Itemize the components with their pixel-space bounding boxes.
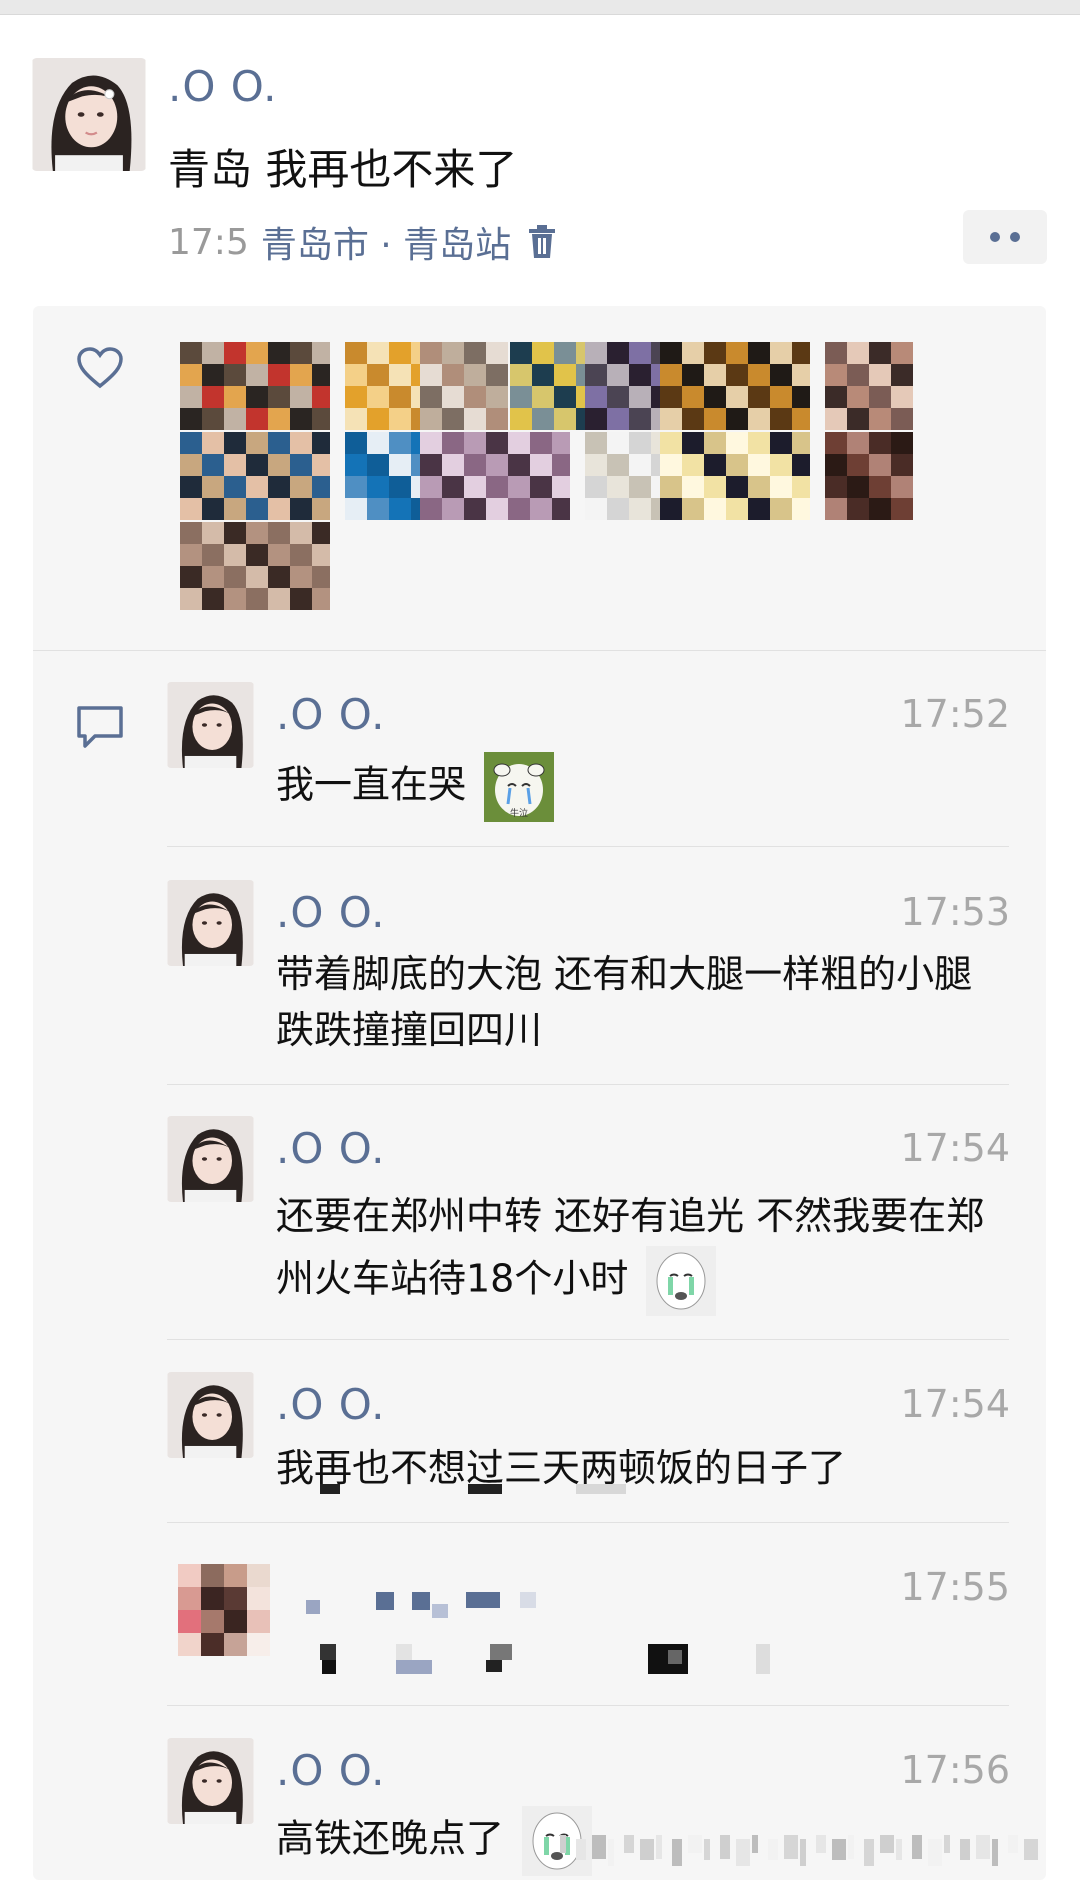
comment-divider xyxy=(167,1339,1009,1340)
redacted-comment xyxy=(276,1578,796,1674)
heart-icon xyxy=(75,346,125,394)
avatar-image xyxy=(32,58,146,171)
comment-divider xyxy=(167,846,1009,847)
like-avatar[interactable] xyxy=(180,342,330,430)
comment-avatar-pixelated[interactable] xyxy=(178,1564,270,1656)
comment-avatar[interactable] xyxy=(167,1116,254,1202)
post-text: 青岛 我再也不来了 xyxy=(168,145,518,194)
comment-text-content: 还要在郑州中转 还好有追光 不然我要在郑州火车站待18个小时 xyxy=(276,1194,985,1301)
comment-author[interactable]: .O O. xyxy=(276,1380,385,1429)
censor-strip xyxy=(320,1484,640,1496)
like-avatar[interactable] xyxy=(180,522,330,610)
comment-text: 还要在郑州中转 还好有追光 不然我要在郑州火车站待18个小时 xyxy=(276,1186,1011,1316)
like-avatar[interactable] xyxy=(660,432,810,520)
comment-divider xyxy=(167,1705,1009,1706)
comment-divider xyxy=(167,1084,1009,1085)
comment-time: 17:53 xyxy=(900,890,1010,934)
like-avatar[interactable] xyxy=(660,342,810,430)
comment-time: 17:56 xyxy=(900,1748,1010,1792)
like-avatar[interactable] xyxy=(420,432,570,520)
comment-time: 17:55 xyxy=(900,1565,1010,1609)
crying-cow-emoji-icon: 牛泣 xyxy=(484,752,555,822)
comment-avatar[interactable] xyxy=(167,1372,254,1458)
more-dots-icon[interactable] xyxy=(963,210,1047,264)
like-avatar[interactable] xyxy=(825,342,913,430)
comment-author[interactable]: .O O. xyxy=(276,690,385,739)
svg-text:牛泣: 牛泣 xyxy=(510,807,528,819)
crying-face-emoji-icon xyxy=(646,1246,717,1316)
post-author[interactable]: .O O. xyxy=(168,62,277,111)
comment-text-content: 高铁还晚点了 xyxy=(276,1816,505,1861)
comment-time: 17:54 xyxy=(900,1382,1010,1426)
comment-avatar[interactable] xyxy=(167,1738,254,1824)
watermark-strip xyxy=(560,1835,1060,1866)
comment-text: 带着脚底的大泡 还有和大腿一样粗的小腿 跌跌撞撞回四川 xyxy=(276,952,973,1052)
post-time: 17:5 xyxy=(168,221,249,263)
like-avatar[interactable] xyxy=(420,342,508,430)
like-avatar[interactable] xyxy=(180,432,330,520)
comment-time: 17:54 xyxy=(900,1126,1010,1170)
comment-text: 我一直在哭 牛泣 xyxy=(276,752,1011,822)
comment-time: 17:52 xyxy=(900,692,1010,736)
post-meta: 17:5 青岛市 · 青岛站 xyxy=(168,216,557,268)
like-avatar[interactable] xyxy=(825,432,913,520)
comment-avatar[interactable] xyxy=(167,682,254,768)
post-location[interactable]: 青岛市 · 青岛站 xyxy=(261,216,511,268)
comment-divider xyxy=(167,1522,1009,1523)
trash-icon[interactable] xyxy=(527,225,557,259)
post-avatar[interactable] xyxy=(31,58,147,171)
comment-avatar[interactable] xyxy=(167,880,254,966)
comment-author[interactable]: .O O. xyxy=(276,1124,385,1173)
likes-divider xyxy=(33,650,1046,651)
status-divider xyxy=(0,0,1080,15)
comment-icon xyxy=(75,704,125,754)
comment-author[interactable]: .O O. xyxy=(276,1746,385,1795)
comment-text-content: 我一直在哭 xyxy=(276,762,467,807)
comment-author[interactable]: .O O. xyxy=(276,888,385,937)
